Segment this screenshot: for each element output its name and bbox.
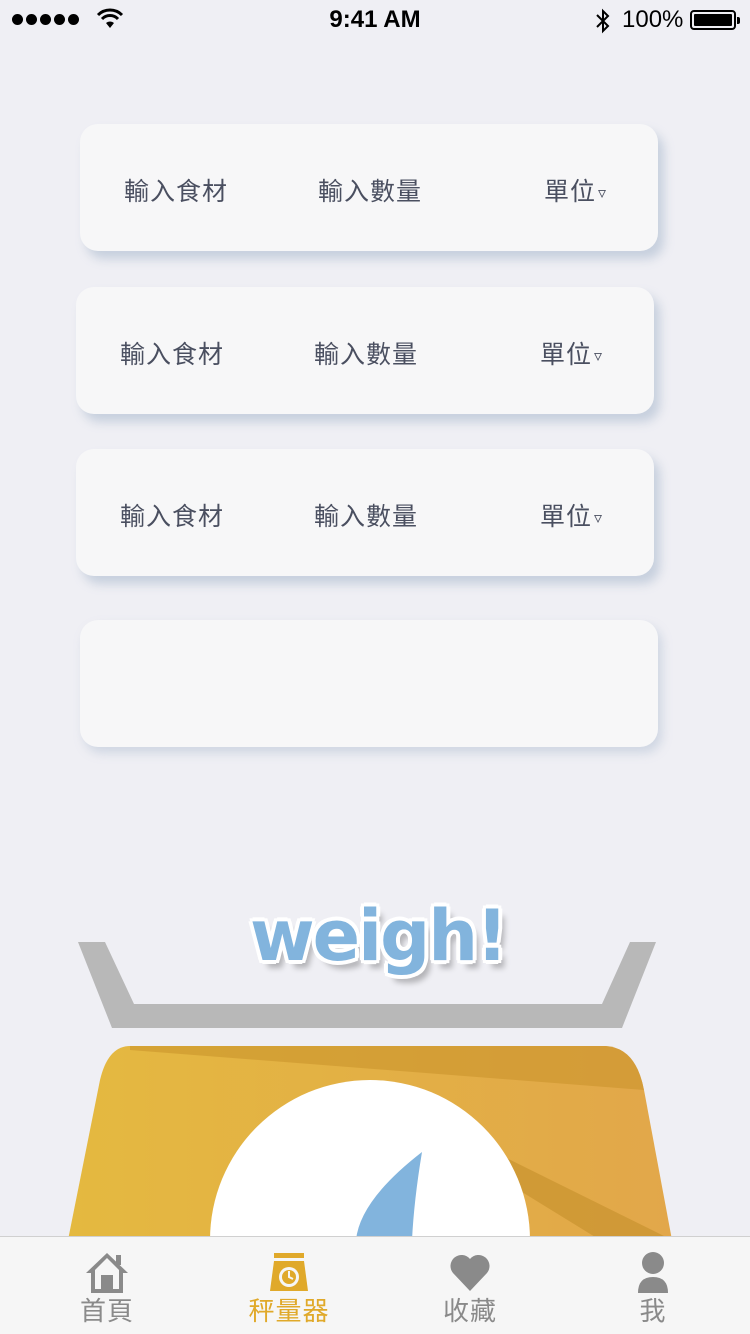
tab-scale-label: 秤量器 <box>248 1297 330 1327</box>
tab-profile[interactable]: 我 <box>583 1237 723 1334</box>
home-icon <box>86 1253 128 1293</box>
dropdown-arrow-icon: ▿ <box>598 183 608 202</box>
ingredient-input[interactable]: 輸入食材 <box>120 335 224 371</box>
battery-icon <box>690 10 740 30</box>
tab-profile-label: 我 <box>639 1297 667 1327</box>
unit-label: 單位 <box>544 177 597 206</box>
unit-dropdown[interactable]: 單位 ▿ <box>540 335 603 371</box>
tab-favorites-label: 收藏 <box>442 1297 497 1327</box>
tab-scale[interactable]: 秤量器 <box>219 1237 359 1334</box>
tab-bar: 首頁 秤量器 收藏 我 <box>0 1236 750 1334</box>
add-row-card[interactable] <box>80 620 658 747</box>
quantity-input[interactable]: 輸入數量 <box>314 335 418 371</box>
ingredient-row-3: 輸入食材 輸入數量 單位 ▿ <box>76 449 654 576</box>
dropdown-arrow-icon: ▿ <box>594 346 604 365</box>
bluetooth-icon <box>596 8 610 34</box>
battery-percentage: 100% <box>622 6 684 33</box>
tab-favorites[interactable]: 收藏 <box>400 1237 540 1334</box>
unit-label: 單位 <box>540 502 593 531</box>
quantity-input[interactable]: 輸入數量 <box>314 497 418 533</box>
ingredient-row-1: 輸入食材 輸入數量 單位 ▿ <box>80 124 658 251</box>
dropdown-arrow-icon: ▿ <box>594 508 604 527</box>
quantity-input[interactable]: 輸入數量 <box>318 172 422 208</box>
unit-dropdown[interactable]: 單位 ▿ <box>544 172 607 208</box>
weigh-button[interactable]: weigh! <box>250 895 508 995</box>
person-icon <box>638 1252 668 1293</box>
status-bar: 9:41 AM 100% <box>0 0 750 40</box>
scale-icon <box>270 1253 308 1291</box>
ingredient-input[interactable]: 輸入食材 <box>120 497 224 533</box>
heart-icon <box>450 1254 490 1291</box>
unit-dropdown[interactable]: 單位 ▿ <box>540 497 603 533</box>
unit-label: 單位 <box>540 340 593 369</box>
ingredient-input[interactable]: 輸入食材 <box>124 172 228 208</box>
tab-home[interactable]: 首頁 <box>37 1237 177 1334</box>
tab-home-label: 首頁 <box>79 1297 134 1327</box>
ingredient-row-2: 輸入食材 輸入數量 單位 ▿ <box>76 287 654 414</box>
